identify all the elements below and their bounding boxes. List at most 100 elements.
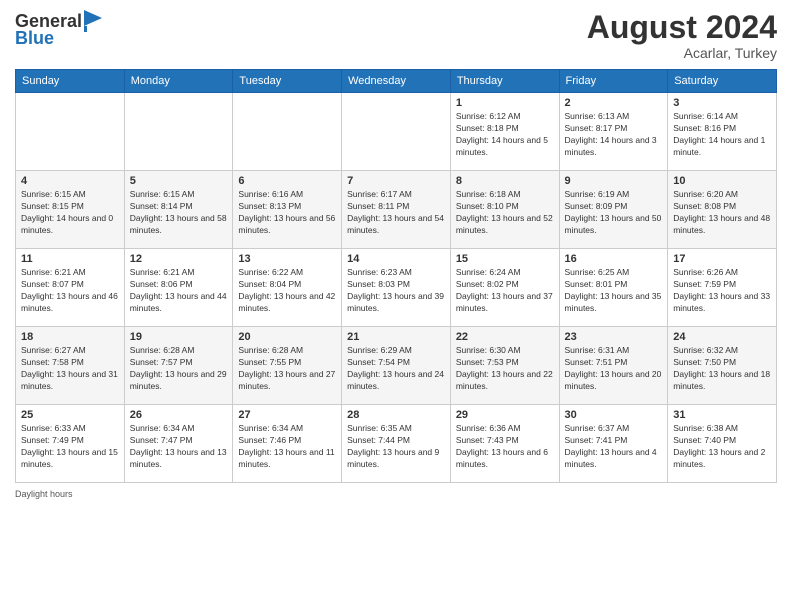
- day-cell: [233, 93, 342, 171]
- day-cell: 4 Sunrise: 6:15 AMSunset: 8:15 PMDaylight…: [16, 171, 125, 249]
- day-cell: 18 Sunrise: 6:27 AMSunset: 7:58 PMDayligh…: [16, 327, 125, 405]
- calendar: SundayMondayTuesdayWednesdayThursdayFrid…: [15, 69, 777, 483]
- day-number: 2: [565, 97, 663, 109]
- day-cell: 23 Sunrise: 6:31 AMSunset: 7:51 PMDayligh…: [559, 327, 668, 405]
- header: General Blue August 2024 Acarlar, Turkey: [15, 10, 777, 61]
- logo: General Blue: [15, 10, 102, 49]
- day-number: 16: [565, 253, 663, 265]
- day-cell: 2 Sunrise: 6:13 AMSunset: 8:17 PMDaylight…: [559, 93, 668, 171]
- week-row-2: 4 Sunrise: 6:15 AMSunset: 8:15 PMDaylight…: [16, 171, 777, 249]
- day-info: Sunrise: 6:15 AMSunset: 8:15 PMDaylight:…: [21, 189, 119, 237]
- day-info: Sunrise: 6:28 AMSunset: 7:55 PMDaylight:…: [238, 345, 336, 393]
- day-cell: 5Sunrise: 6:15 AMSunset: 8:14 PMDaylight…: [124, 171, 233, 249]
- day-cell: 1 Sunrise: 6:12 AMSunset: 8:18 PMDaylight…: [450, 93, 559, 171]
- day-number: 7: [347, 175, 445, 187]
- day-number: 15: [456, 253, 554, 265]
- day-cell: 24Sunrise: 6:32 AMSunset: 7:50 PMDayligh…: [668, 327, 777, 405]
- day-info: Sunrise: 6:20 AMSunset: 8:08 PMDaylight:…: [673, 189, 771, 237]
- day-number: 30: [565, 409, 663, 421]
- day-number: 31: [673, 409, 771, 421]
- day-info: Sunrise: 6:29 AMSunset: 7:54 PMDaylight:…: [347, 345, 445, 393]
- day-number: 28: [347, 409, 445, 421]
- day-number: 11: [21, 253, 119, 265]
- day-number: 22: [456, 331, 554, 343]
- day-cell: 3 Sunrise: 6:14 AMSunset: 8:16 PMDaylight…: [668, 93, 777, 171]
- day-number: 10: [673, 175, 771, 187]
- day-number: 13: [238, 253, 336, 265]
- day-info: Sunrise: 6:27 AMSunset: 7:58 PMDaylight:…: [21, 345, 119, 393]
- footer: Daylight hours: [15, 489, 777, 499]
- day-info: Sunrise: 6:26 AMSunset: 7:59 PMDaylight:…: [673, 267, 771, 315]
- day-cell: 11 Sunrise: 6:21 AMSunset: 8:07 PMDayligh…: [16, 249, 125, 327]
- day-number: 23: [565, 331, 663, 343]
- day-number: 19: [130, 331, 228, 343]
- day-cell: 17 Sunrise: 6:26 AMSunset: 7:59 PMDayligh…: [668, 249, 777, 327]
- day-cell: 13 Sunrise: 6:22 AMSunset: 8:04 PMDayligh…: [233, 249, 342, 327]
- day-info: Sunrise: 6:21 AMSunset: 8:07 PMDaylight:…: [21, 267, 119, 315]
- day-cell: 14Sunrise: 6:23 AMSunset: 8:03 PMDayligh…: [342, 249, 451, 327]
- day-cell: 29Sunrise: 6:36 AMSunset: 7:43 PMDayligh…: [450, 405, 559, 483]
- day-number: 1: [456, 97, 554, 109]
- col-header-tuesday: Tuesday: [233, 70, 342, 93]
- day-info: Sunrise: 6:14 AMSunset: 8:16 PMDaylight:…: [673, 111, 771, 159]
- day-info: Sunrise: 6:38 AMSunset: 7:40 PMDaylight:…: [673, 423, 771, 471]
- col-header-saturday: Saturday: [668, 70, 777, 93]
- day-number: 8: [456, 175, 554, 187]
- day-number: 12: [130, 253, 228, 265]
- col-header-friday: Friday: [559, 70, 668, 93]
- day-info: Sunrise: 6:34 AMSunset: 7:47 PMDaylight:…: [130, 423, 228, 471]
- day-cell: 30 Sunrise: 6:37 AMSunset: 7:41 PMDayligh…: [559, 405, 668, 483]
- week-row-1: 1 Sunrise: 6:12 AMSunset: 8:18 PMDaylight…: [16, 93, 777, 171]
- day-cell: 9 Sunrise: 6:19 AMSunset: 8:09 PMDaylight…: [559, 171, 668, 249]
- calendar-header-row: SundayMondayTuesdayWednesdayThursdayFrid…: [16, 70, 777, 93]
- day-number: 9: [565, 175, 663, 187]
- col-header-thursday: Thursday: [450, 70, 559, 93]
- day-cell: 10 Sunrise: 6:20 AMSunset: 8:08 PMDayligh…: [668, 171, 777, 249]
- day-info: Sunrise: 6:37 AMSunset: 7:41 PMDaylight:…: [565, 423, 663, 471]
- day-info: Sunrise: 6:30 AMSunset: 7:53 PMDaylight:…: [456, 345, 554, 393]
- day-number: 18: [21, 331, 119, 343]
- day-cell: 21Sunrise: 6:29 AMSunset: 7:54 PMDayligh…: [342, 327, 451, 405]
- day-cell: 12Sunrise: 6:21 AMSunset: 8:06 PMDayligh…: [124, 249, 233, 327]
- day-cell: 8 Sunrise: 6:18 AMSunset: 8:10 PMDaylight…: [450, 171, 559, 249]
- day-info: Sunrise: 6:22 AMSunset: 8:04 PMDaylight:…: [238, 267, 336, 315]
- day-number: 17: [673, 253, 771, 265]
- day-info: Sunrise: 6:34 AMSunset: 7:46 PMDaylight:…: [238, 423, 336, 471]
- day-info: Sunrise: 6:35 AMSunset: 7:44 PMDaylight:…: [347, 423, 445, 471]
- day-cell: [124, 93, 233, 171]
- week-row-4: 18 Sunrise: 6:27 AMSunset: 7:58 PMDayligh…: [16, 327, 777, 405]
- day-cell: 7 Sunrise: 6:17 AMSunset: 8:11 PMDaylight…: [342, 171, 451, 249]
- day-number: 5: [130, 175, 228, 187]
- day-cell: 16Sunrise: 6:25 AMSunset: 8:01 PMDayligh…: [559, 249, 668, 327]
- day-cell: 27 Sunrise: 6:34 AMSunset: 7:46 PMDayligh…: [233, 405, 342, 483]
- day-info: Sunrise: 6:17 AMSunset: 8:11 PMDaylight:…: [347, 189, 445, 237]
- day-number: 3: [673, 97, 771, 109]
- day-cell: [342, 93, 451, 171]
- day-cell: 28 Sunrise: 6:35 AMSunset: 7:44 PMDayligh…: [342, 405, 451, 483]
- day-info: Sunrise: 6:33 AMSunset: 7:49 PMDaylight:…: [21, 423, 119, 471]
- day-info: Sunrise: 6:12 AMSunset: 8:18 PMDaylight:…: [456, 111, 554, 159]
- col-header-sunday: Sunday: [16, 70, 125, 93]
- title-block: August 2024 Acarlar, Turkey: [587, 10, 777, 61]
- day-number: 27: [238, 409, 336, 421]
- daylight-label: Daylight hours: [15, 489, 73, 499]
- day-info: Sunrise: 6:16 AMSunset: 8:13 PMDaylight:…: [238, 189, 336, 237]
- day-number: 26: [130, 409, 228, 421]
- day-number: 4: [21, 175, 119, 187]
- day-info: Sunrise: 6:31 AMSunset: 7:51 PMDaylight:…: [565, 345, 663, 393]
- day-cell: 31 Sunrise: 6:38 AMSunset: 7:40 PMDayligh…: [668, 405, 777, 483]
- col-header-monday: Monday: [124, 70, 233, 93]
- day-cell: 6 Sunrise: 6:16 AMSunset: 8:13 PMDaylight…: [233, 171, 342, 249]
- day-number: 6: [238, 175, 336, 187]
- day-cell: 25Sunrise: 6:33 AMSunset: 7:49 PMDayligh…: [16, 405, 125, 483]
- week-row-5: 25Sunrise: 6:33 AMSunset: 7:49 PMDayligh…: [16, 405, 777, 483]
- day-info: Sunrise: 6:19 AMSunset: 8:09 PMDaylight:…: [565, 189, 663, 237]
- location: Acarlar, Turkey: [587, 45, 777, 61]
- day-cell: [16, 93, 125, 171]
- day-info: Sunrise: 6:13 AMSunset: 8:17 PMDaylight:…: [565, 111, 663, 159]
- day-info: Sunrise: 6:18 AMSunset: 8:10 PMDaylight:…: [456, 189, 554, 237]
- day-info: Sunrise: 6:28 AMSunset: 7:57 PMDaylight:…: [130, 345, 228, 393]
- logo-flag-icon: [84, 10, 102, 32]
- day-cell: 22 Sunrise: 6:30 AMSunset: 7:53 PMDayligh…: [450, 327, 559, 405]
- week-row-3: 11 Sunrise: 6:21 AMSunset: 8:07 PMDayligh…: [16, 249, 777, 327]
